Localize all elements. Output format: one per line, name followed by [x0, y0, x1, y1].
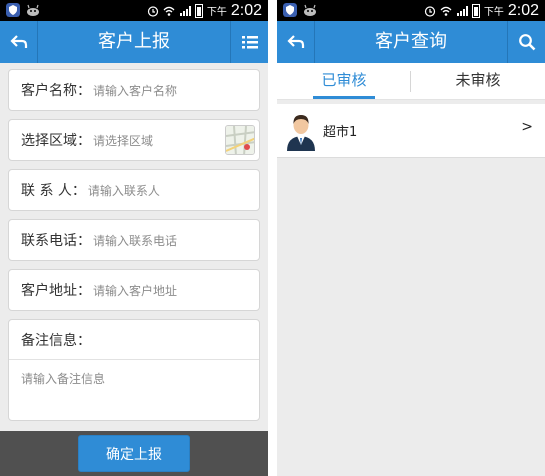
search-button[interactable] [507, 21, 545, 63]
phone-field[interactable]: 联系电话： 请输入联系电话 [8, 219, 260, 261]
back-arrow-icon [9, 35, 27, 48]
list-menu-icon [241, 36, 258, 49]
notes-textarea[interactable]: 请输入备注信息 [9, 360, 259, 387]
report-screen: 下午 2:02 客户上报 客户名称： 请输入客户名称 选择区域： 请选择区域 联… [0, 0, 268, 476]
field-label: 选择区域： [21, 133, 91, 149]
notes-header: 备注信息： [9, 320, 259, 360]
report-form: 客户名称： 请输入客户名称 选择区域： 请选择区域 联 系 人： 请输入联系人 … [0, 63, 268, 421]
status-ampm: 下午 [206, 7, 227, 18]
alarm-icon [147, 5, 158, 17]
contact-field[interactable]: 联 系 人： 请输入联系人 [8, 169, 260, 211]
review-tabs: 已审核 未审核 [277, 63, 545, 100]
back-button[interactable] [277, 21, 315, 63]
title-bar: 客户查询 [277, 21, 545, 63]
submit-button[interactable]: 确定上报 [78, 435, 190, 472]
region-select-field[interactable]: 选择区域： 请选择区域 [8, 119, 260, 161]
region-select[interactable]: 请选择区域 [93, 132, 153, 149]
shield-notification-icon [6, 3, 20, 17]
shield-notification-icon [283, 3, 297, 17]
customer-name-field[interactable]: 客户名称： 请输入客户名称 [8, 69, 260, 111]
signal-icon [456, 5, 468, 16]
query-screen: 下午 2:02 客户查询 已审核 未审核 超市1 > [277, 0, 545, 476]
signal-icon [179, 5, 191, 16]
avatar [287, 114, 315, 151]
battery-icon [471, 3, 480, 18]
menu-button[interactable] [230, 21, 268, 63]
item-name: 超市1 [323, 125, 358, 140]
map-icon[interactable] [225, 125, 255, 155]
notes-label: 备注信息： [21, 332, 91, 349]
field-label: 联 系 人： [21, 183, 86, 199]
android-notification-icon [304, 4, 316, 16]
status-time: 2:02 [507, 1, 539, 19]
field-label: 联系电话： [21, 233, 91, 249]
address-field[interactable]: 客户地址： 请输入客户地址 [8, 269, 260, 311]
back-button[interactable] [0, 21, 38, 63]
status-ampm: 下午 [483, 7, 504, 18]
phone-input[interactable]: 请输入联系电话 [93, 232, 177, 249]
title-bar: 客户上报 [0, 21, 268, 63]
page-title: 客户查询 [375, 31, 447, 52]
android-notification-icon [27, 4, 39, 16]
wifi-icon [163, 6, 175, 16]
field-label: 客户地址： [21, 283, 91, 299]
tab-approved[interactable]: 已审核 [277, 63, 411, 99]
customer-name-input[interactable]: 请输入客户名称 [93, 82, 177, 99]
wifi-icon [440, 6, 452, 16]
back-arrow-icon [286, 35, 304, 48]
search-icon [518, 34, 535, 51]
battery-icon [194, 3, 203, 18]
status-bar: 下午 2:02 [0, 0, 268, 21]
status-bar: 下午 2:02 [277, 0, 545, 21]
chevron-right-icon: > [521, 119, 533, 135]
list-item[interactable]: 超市1 > [277, 104, 545, 158]
bottom-bar: 确定上报 [0, 431, 268, 476]
tab-pending[interactable]: 未审核 [411, 63, 545, 99]
alarm-icon [424, 5, 435, 17]
contact-input[interactable]: 请输入联系人 [88, 182, 160, 199]
notes-field: 备注信息： 请输入备注信息 [8, 319, 260, 421]
field-label: 客户名称： [21, 83, 91, 99]
address-input[interactable]: 请输入客户地址 [93, 282, 177, 299]
page-title: 客户上报 [98, 31, 170, 52]
status-time: 2:02 [230, 1, 262, 19]
